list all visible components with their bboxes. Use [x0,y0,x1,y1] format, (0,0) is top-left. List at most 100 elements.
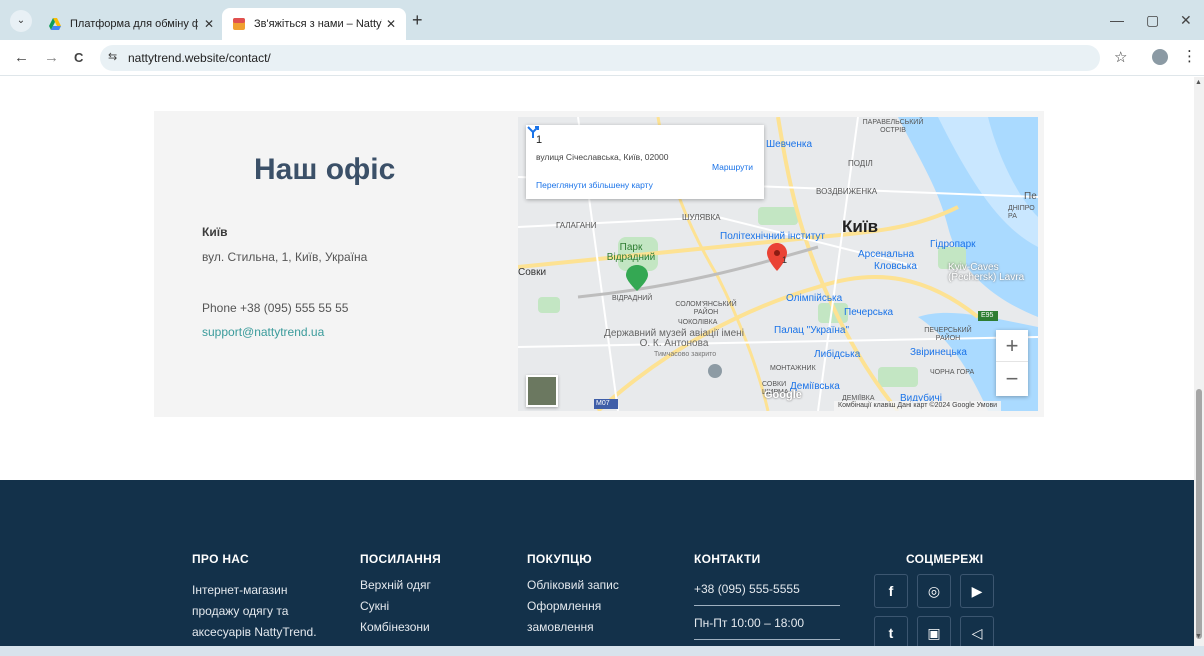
footer-contact-phone[interactable]: +38 (095) 555-5555 [694,579,800,600]
map-label-lybidska: Либідська [814,349,861,360]
office-title: Наш офіс [254,153,396,186]
map-zoom-control: + − [996,330,1028,396]
about-line: Інтернет-магазин [192,583,288,597]
map-label-chorna-hora: ЧОРНА ГОРА [930,369,975,376]
contact-divider [694,605,840,606]
restore-button[interactable]: ▢ [1146,12,1159,29]
footer-link-account[interactable]: Обліковий запис [527,575,619,596]
office-section: Наш офіс Київ вул. Стильна, 1, Київ, Укр… [154,111,1044,417]
profile-avatar[interactable] [1152,49,1168,65]
tab-file-sharing[interactable]: Платформа для обміну файлам ✕ [38,8,224,40]
map-label-pe: Пе [1024,191,1037,202]
map-info-card: 1 вулиця Січеславська, Київ, 02000 Маршр… [526,125,764,199]
map-label-sovky: Совки [518,267,547,278]
scroll-thumb[interactable] [1196,389,1202,639]
map-card-address: вулиця Січеславська, Київ, 02000 [536,152,669,162]
site-footer: ПРО НАС Інтернет-магазин продажу одягу т… [0,480,1204,656]
telegram-icon[interactable]: ◁ [960,616,994,650]
os-taskbar [0,646,1204,656]
new-tab-button[interactable]: + [412,10,423,30]
map-label-park: Парк Відрадний [606,242,656,263]
office-address: вул. Стильна, 1, Київ, Україна [202,250,368,264]
tab-search-button[interactable]: ⌄ [10,10,32,32]
page-scrollbar[interactable]: ▲ ▼ [1194,77,1204,646]
youtube-icon[interactable]: ▶ [960,574,994,608]
footer-links-title: ПОСИЛАННЯ [360,552,441,566]
footer-link-checkout[interactable]: Оформлення [527,596,619,617]
twitter-icon[interactable]: t [874,616,908,650]
map-label-solomianskyi: СОЛОМ'ЯНСЬКИЙ РАЙОН [675,301,737,316]
satellite-toggle[interactable] [526,375,558,407]
forward-button[interactable]: → [44,49,59,67]
url-text[interactable]: nattytrend.website/contact/ [128,51,271,65]
scroll-down-icon[interactable]: ▼ [1195,633,1202,640]
map-label-podil: ПОДІЛ [848,159,873,168]
map-label-polytechnic: Політехнічний інститут [720,231,826,242]
zoom-out-button[interactable]: − [996,363,1028,395]
office-phone: Phone +38 (095) 555 55 55 [202,301,349,315]
close-window-button[interactable]: ✕ [1180,12,1192,29]
map-label-vidradnyi: ВІДРАДНИЙ [612,295,653,302]
about-line: аксесуарів NattyTrend. [192,625,317,639]
footer-social-title: СОЦМЕРЕЖІ [906,552,984,566]
tab-title: Платформа для обміну файлам [70,18,198,30]
map-larger-link[interactable]: Переглянути збільшену карту [536,180,653,190]
viber-icon[interactable]: ▣ [917,616,951,650]
bookmark-star-icon[interactable]: ☆ [1114,48,1127,66]
map-label-arsenalna: Арсенальна [858,249,915,260]
map-label-kyiv: Київ [842,217,879,236]
map-label-dnipro: ДНІПРО РА [1008,205,1035,220]
footer-link-jumpsuits[interactable]: Комбінезони [360,617,431,638]
reload-button[interactable]: C [74,49,83,67]
about-line: продажу одягу та [192,604,289,618]
map-label-shevchenka: Шевченка [766,139,813,150]
footer-links-list: Верхній одяг Сукні Комбінезони [360,575,431,638]
footer-customer-title: ПОКУПЦЮ [527,552,592,566]
browser-tab-bar: ⌄ Платформа для обміну файлам ✕ Зв'яжіть… [0,0,1204,40]
map-label-closed: Тимчасово закрито [654,351,717,358]
tab-close-icon[interactable]: ✕ [386,8,396,40]
url-field[interactable]: ⇆ nattytrend.website/contact/ [100,45,1100,71]
map-label-olimpiiska: Олімпійська [786,293,843,304]
map-label-vozdvyzhenka: ВОЗДВИЖЕНКА [816,187,878,196]
minimize-button[interactable]: — [1110,12,1124,28]
map-label-pecherska: Печерська [844,307,894,318]
map-label-montazhnyk: МОНТАЖНИК [770,365,816,372]
footer-customer-list: Обліковий запис Оформлення замовлення [527,575,619,638]
footer-link-dresses[interactable]: Сукні [360,596,431,617]
scroll-up-icon[interactable]: ▲ [1195,79,1202,86]
footer-about-text: Інтернет-магазин продажу одягу та аксесу… [192,580,317,643]
google-drive-icon [49,18,61,30]
footer-link-checkout-cont[interactable]: замовлення [527,617,619,638]
instagram-icon[interactable]: ◎ [917,574,951,608]
map-label-hidropark: Гідропарк [930,239,976,250]
google-logo: Google [764,389,802,401]
map-attribution[interactable]: Комбінації клавіш Дані карт ©2024 Google… [834,401,1002,411]
map-label-palace: Палац "Україна" [774,325,850,336]
nattytrend-favicon-icon [233,18,245,30]
office-city: Київ [202,225,228,239]
facebook-icon[interactable]: f [874,574,908,608]
office-email-link[interactable]: support@nattytrend.ua [202,325,324,339]
map-label-klovska: Кловська [874,261,917,272]
back-button[interactable]: ← [14,49,29,67]
contact-divider [694,639,840,640]
site-info-icon[interactable]: ⇆ [108,50,117,63]
zoom-in-button[interactable]: + [996,330,1028,362]
map-label-zvirynetska: Звіринецька [910,347,967,358]
footer-link-outerwear[interactable]: Верхній одяг [360,575,431,596]
map-label-island: ПАРАВЕЛЬСЬКИЙ ОСТРІВ [862,119,924,134]
map-label-pecherskyi: ПЕЧЕРСЬКИЙ РАЙОН [924,327,972,342]
tab-contact[interactable]: Зв'яжіться з нами – NattyTrend ✕ [222,8,406,40]
map-label-shuliavka: ШУЛЯВКА [682,213,721,222]
footer-about-title: ПРО НАС [192,552,249,566]
tab-close-icon[interactable]: ✕ [204,8,214,40]
map-label-museum: Державний музей авіації імені О. К. Анто… [604,328,744,349]
footer-contact-hours: Пн-Пт 10:00 – 18:00 [694,616,805,630]
map-directions-link[interactable]: Маршрути [712,162,753,172]
footer-contacts-title: КОНТАКТИ [694,552,761,566]
directions-icon[interactable] [526,125,540,139]
browser-menu-button[interactable]: ⋮ [1182,47,1197,65]
map-label-chokolivka: ЧОКОЛІВКА [678,319,718,326]
google-map[interactable]: Київ Шевченка ПОДІЛ ВОЗДВИЖЕНКА ГАЛАГАНИ… [518,117,1038,411]
